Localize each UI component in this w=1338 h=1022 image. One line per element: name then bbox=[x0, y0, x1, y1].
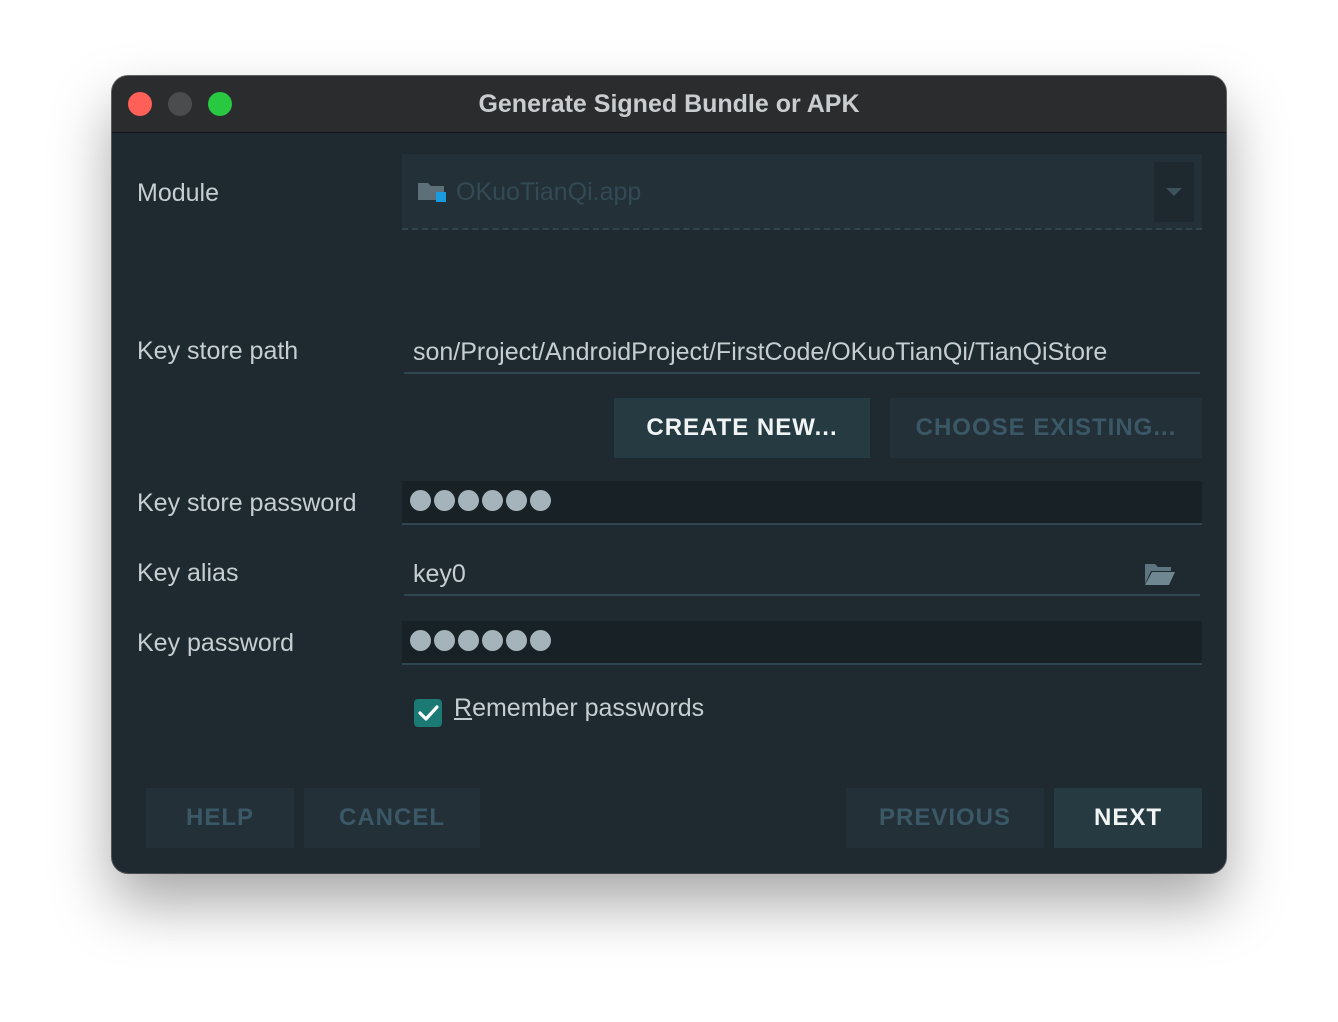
password-mask bbox=[410, 490, 551, 511]
keystore-password-label: Key store password bbox=[137, 489, 357, 517]
mnemonic-letter: R bbox=[454, 694, 473, 722]
cancel-button[interactable]: CANCEL bbox=[304, 788, 480, 848]
key-alias-value: key0 bbox=[413, 560, 466, 588]
next-button[interactable]: NEXT bbox=[1054, 788, 1202, 848]
checkmark-icon bbox=[418, 705, 439, 721]
key-alias-label: Key alias bbox=[137, 559, 239, 587]
title-bar[interactable]: Generate Signed Bundle or APK bbox=[112, 76, 1226, 133]
keystore-path-label: Key store path bbox=[137, 337, 299, 365]
module-value: OKuoTianQi.app bbox=[456, 178, 642, 206]
key-alias-input[interactable]: key0 bbox=[404, 552, 1200, 596]
help-button[interactable]: HELP bbox=[146, 788, 294, 848]
key-password-label: Key password bbox=[137, 629, 295, 657]
module-select[interactable]: OKuoTianQi.app bbox=[402, 154, 1202, 230]
keystore-password-field[interactable] bbox=[402, 481, 1202, 525]
chevron-down-icon[interactable] bbox=[1154, 162, 1194, 222]
remember-label-rest: emember passwords bbox=[472, 694, 705, 722]
window-title: Generate Signed Bundle or APK bbox=[478, 90, 860, 118]
previous-button[interactable]: PREVIOUS bbox=[846, 788, 1044, 848]
dialog-window: Generate Signed Bundle or APK Module OKu… bbox=[112, 76, 1226, 873]
module-folder-icon bbox=[418, 183, 446, 202]
choose-existing-button[interactable]: CHOOSE EXISTING... bbox=[890, 398, 1202, 458]
key-password-field[interactable] bbox=[402, 621, 1202, 665]
keystore-path-input[interactable]: son/Project/AndroidProject/FirstCode/OKu… bbox=[404, 330, 1200, 374]
open-folder-icon[interactable] bbox=[1144, 562, 1176, 586]
password-mask bbox=[410, 630, 551, 651]
remember-passwords-checkbox[interactable] bbox=[414, 699, 442, 727]
create-new-button[interactable]: CREATE NEW... bbox=[614, 398, 870, 458]
module-label: Module bbox=[137, 179, 219, 207]
remember-passwords-label[interactable]: Remember passwords bbox=[454, 694, 704, 723]
